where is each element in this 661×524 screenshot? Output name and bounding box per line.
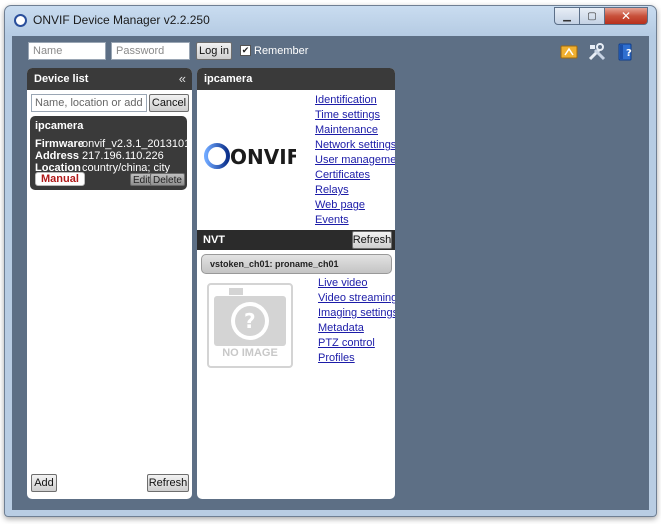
link-certificates[interactable]: Certificates bbox=[315, 169, 370, 181]
debug-icon[interactable] bbox=[559, 42, 579, 62]
remember-label: Remember bbox=[254, 45, 309, 57]
no-image-placeholder: ? NO IMAGE bbox=[207, 283, 293, 368]
name-input[interactable] bbox=[28, 42, 106, 60]
logo-text: ONVIF bbox=[230, 145, 296, 169]
window-title: ONVIF Device Manager v2.2.250 bbox=[33, 13, 210, 27]
link-profiles[interactable]: Profiles bbox=[318, 352, 355, 364]
device-details-panel: ipcamera ONVIF Identification Time setti… bbox=[197, 68, 395, 499]
close-button[interactable]: ✕ bbox=[605, 7, 648, 25]
remember-checkbox[interactable]: ✔ bbox=[240, 45, 251, 56]
link-network-settings[interactable]: Network settings bbox=[315, 139, 395, 151]
device-details-header: ipcamera bbox=[197, 68, 395, 90]
login-button[interactable]: Log in bbox=[196, 42, 232, 60]
svg-text:?: ? bbox=[244, 309, 256, 333]
svg-text:?: ? bbox=[626, 48, 632, 59]
firmware-row: Firmwareonvif_v2.3.1_20131016 bbox=[35, 138, 192, 150]
cancel-search-button[interactable]: Cancel bbox=[149, 94, 189, 112]
close-icon: ✕ bbox=[620, 9, 632, 23]
help-book-icon[interactable]: ? bbox=[615, 42, 635, 62]
profile-selector[interactable]: vstoken_ch01: proname_ch01 bbox=[201, 254, 392, 274]
app-icon bbox=[14, 14, 27, 27]
nvt-title: NVT bbox=[203, 234, 225, 246]
link-user-management[interactable]: User management bbox=[315, 154, 395, 166]
link-identification[interactable]: Identification bbox=[315, 94, 377, 106]
maximize-icon: ▢ bbox=[587, 10, 597, 22]
link-imaging-settings[interactable]: Imaging settings bbox=[318, 307, 395, 319]
device-list-panel: Device list « Cancel ipcamera Firmwareon… bbox=[27, 68, 192, 499]
maximize-button[interactable]: ▢ bbox=[580, 7, 605, 25]
device-card[interactable]: ipcamera Firmwareonvif_v2.3.1_20131016 A… bbox=[30, 116, 192, 190]
client-area: Log in ✔ Remember ? Device list « Cancel bbox=[12, 36, 649, 510]
link-time-settings[interactable]: Time settings bbox=[315, 109, 380, 121]
minimize-button[interactable]: ▁ bbox=[554, 7, 580, 25]
link-events[interactable]: Events bbox=[315, 214, 349, 226]
delete-device-button[interactable]: Delete bbox=[150, 173, 185, 186]
device-list-title: Device list bbox=[34, 73, 89, 85]
link-web-page[interactable]: Web page bbox=[315, 199, 365, 211]
refresh-devices-button[interactable]: Refresh bbox=[147, 474, 189, 492]
link-relays[interactable]: Relays bbox=[315, 184, 349, 196]
link-live-video[interactable]: Live video bbox=[318, 277, 368, 289]
address-row: Address 217.196.110.226 bbox=[35, 150, 164, 162]
title-bar[interactable]: ONVIF Device Manager v2.2.250 ▁ ▢ ✕ bbox=[5, 6, 656, 32]
minimize-icon: ▁ bbox=[563, 10, 571, 22]
manual-badge: Manual bbox=[35, 172, 85, 186]
device-details-title: ipcamera bbox=[204, 73, 253, 85]
settings-tools-icon[interactable] bbox=[587, 42, 607, 62]
link-maintenance[interactable]: Maintenance bbox=[315, 124, 378, 136]
device-search-input[interactable] bbox=[31, 94, 147, 112]
onvif-logo: ONVIF bbox=[204, 142, 300, 170]
link-video-streaming[interactable]: Video streaming bbox=[318, 292, 395, 304]
collapse-icon[interactable]: « bbox=[179, 71, 186, 86]
link-ptz-control[interactable]: PTZ control bbox=[318, 337, 375, 349]
password-input[interactable] bbox=[111, 42, 190, 60]
no-image-label: NO IMAGE bbox=[222, 347, 278, 359]
device-name: ipcamera bbox=[35, 120, 84, 132]
device-list-header: Device list « bbox=[27, 68, 192, 90]
link-metadata[interactable]: Metadata bbox=[318, 322, 364, 334]
app-window: ONVIF Device Manager v2.2.250 ▁ ▢ ✕ Log … bbox=[4, 5, 657, 517]
nvt-refresh-button[interactable]: Refresh bbox=[352, 231, 392, 249]
add-device-button[interactable]: Add bbox=[31, 474, 57, 492]
